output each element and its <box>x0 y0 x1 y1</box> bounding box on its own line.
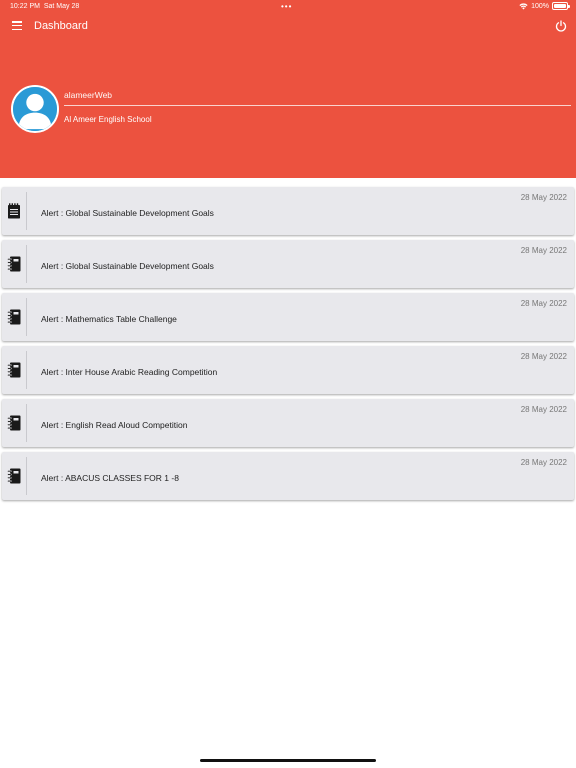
battery-percent: 100% <box>531 2 549 10</box>
alert-title: Alert : Global Sustainable Development G… <box>41 208 214 218</box>
page-title: Dashboard <box>34 20 88 32</box>
alert-card[interactable]: 28 May 2022 Alert : English Read Aloud C… <box>2 399 574 447</box>
notebook-icon <box>7 362 21 378</box>
card-separator <box>26 351 27 389</box>
card-separator <box>26 457 27 495</box>
card-separator <box>26 192 27 230</box>
alert-card[interactable]: 28 May 2022 Alert : Global Sustainable D… <box>2 187 574 235</box>
power-icon[interactable] <box>555 20 567 32</box>
avatar[interactable] <box>11 85 59 133</box>
alert-title: Alert : Global Sustainable Development G… <box>41 261 214 271</box>
profile-header: Dashboard alameerWeb Al Ameer English Sc… <box>0 14 576 178</box>
header-divider <box>64 105 571 106</box>
user-silhouette-icon <box>13 87 57 131</box>
notepad-icon <box>7 203 21 219</box>
alert-title: Alert : Inter House Arabic Reading Compe… <box>41 367 218 377</box>
status-right: 100% <box>519 2 570 10</box>
alert-date: 28 May 2022 <box>520 246 567 255</box>
alert-title: Alert : English Read Aloud Competition <box>41 420 188 430</box>
status-time-value: 10:22 PM <box>10 3 40 10</box>
alert-title: Alert : ABACUS CLASSES FOR 1 -8 <box>41 473 179 483</box>
alert-date: 28 May 2022 <box>520 458 567 467</box>
notebook-icon <box>7 468 21 484</box>
alert-card[interactable]: 28 May 2022 Alert : Inter House Arabic R… <box>2 346 574 394</box>
alert-card[interactable]: 28 May 2022 Alert : ABACUS CLASSES FOR 1… <box>2 452 574 500</box>
school-name: Al Ameer English School <box>64 115 152 124</box>
notebook-icon <box>7 415 21 431</box>
notebook-icon <box>7 256 21 272</box>
status-date-value: Sat May 28 <box>43 3 80 10</box>
alert-date: 28 May 2022 <box>520 193 567 202</box>
status-time: 10:22 PM Sat May 28 <box>10 3 79 10</box>
battery-icon <box>552 2 570 10</box>
notebook-icon <box>7 309 21 325</box>
card-separator <box>26 245 27 283</box>
alert-date: 28 May 2022 <box>520 405 567 414</box>
alert-card[interactable]: 28 May 2022 Alert : Mathematics Table Ch… <box>2 293 574 341</box>
status-bar: 10:22 PM Sat May 28 ••• 100% <box>0 0 576 14</box>
alert-list: 28 May 2022 Alert : Global Sustainable D… <box>2 187 574 505</box>
alert-date: 28 May 2022 <box>520 299 567 308</box>
alert-title: Alert : Mathematics Table Challenge <box>41 314 177 324</box>
home-indicator[interactable] <box>200 759 376 762</box>
wifi-icon <box>519 2 528 9</box>
card-separator <box>26 298 27 336</box>
alert-card[interactable]: 28 May 2022 Alert : Global Sustainable D… <box>2 240 574 288</box>
username: alameerWeb <box>64 90 113 100</box>
card-separator <box>26 404 27 442</box>
multitask-dots-icon[interactable]: ••• <box>281 2 292 11</box>
menu-icon[interactable] <box>12 21 22 31</box>
alert-date: 28 May 2022 <box>520 352 567 361</box>
